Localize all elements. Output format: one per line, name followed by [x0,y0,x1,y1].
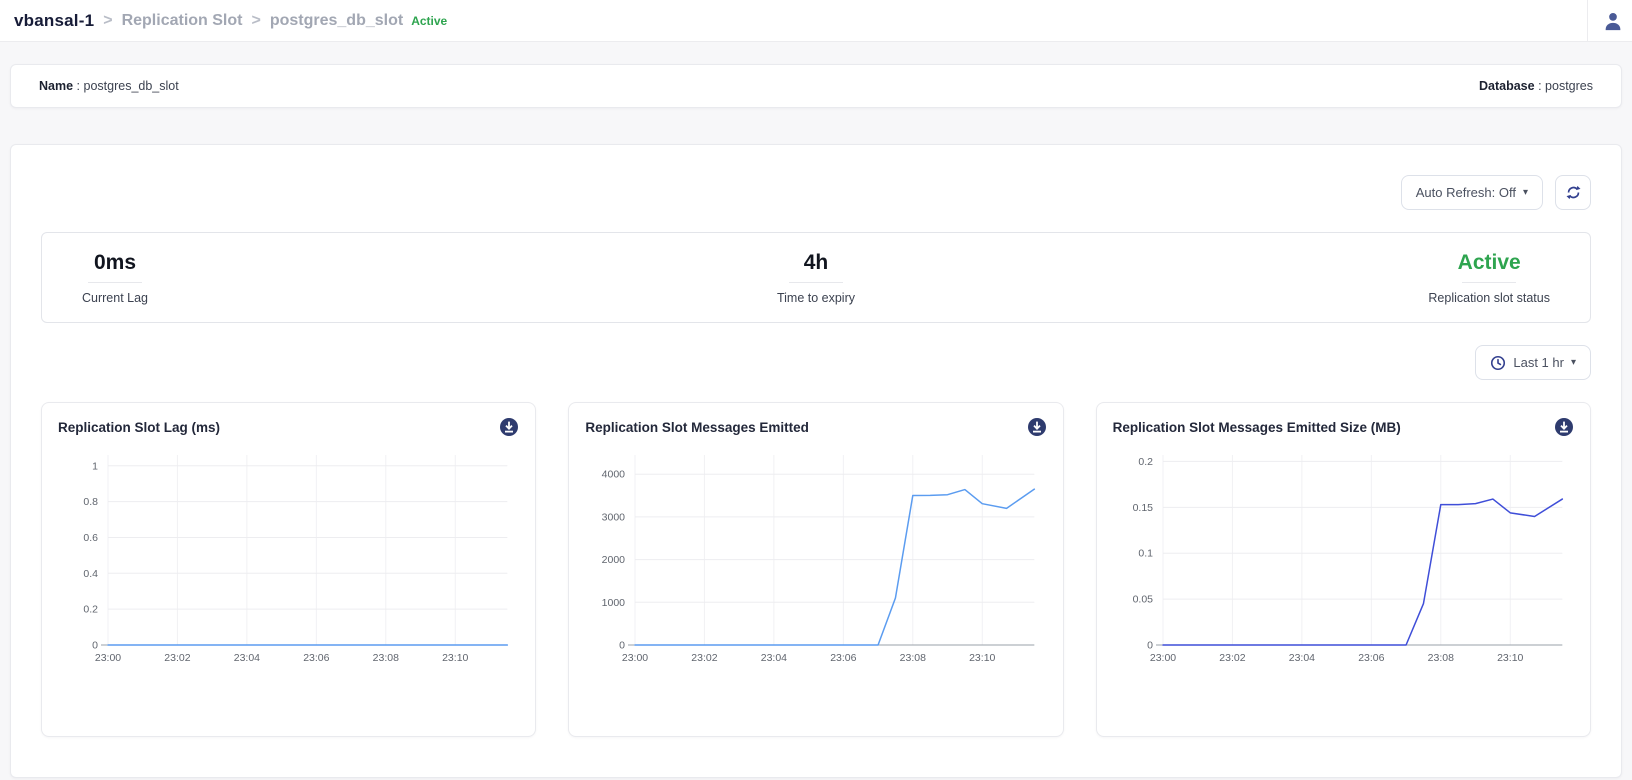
line-chart-messages-size: 0 0.05 0.1 0.15 0.2 23:00 23:02 23:04 23:06 23:08… [1113,445,1574,677]
svg-text:23:00: 23:00 [95,652,121,664]
stat-divider [1462,282,1516,283]
svg-text:1000: 1000 [602,597,626,609]
svg-text:23:06: 23:06 [303,652,329,664]
current-lag-label: Current Lag [82,291,148,305]
svg-text:2000: 2000 [602,554,626,566]
svg-text:0.15: 0.15 [1132,502,1153,514]
svg-text:23:02: 23:02 [1219,652,1245,664]
svg-text:23:00: 23:00 [1150,652,1176,664]
svg-text:0: 0 [92,640,98,652]
chart-title: Replication Slot Messages Emitted [585,420,809,435]
chevron-down-icon: ▾ [1523,187,1528,198]
slot-name-separator: : [77,79,80,93]
svg-text:0: 0 [619,640,625,652]
svg-text:1: 1 [92,460,98,472]
svg-text:0.2: 0.2 [1138,456,1153,468]
slot-name: Name : postgres_db_slot [39,79,179,93]
breadcrumb-item[interactable]: postgres_db_slot [270,12,403,30]
time-range-dropdown[interactable]: Last 1 hr ▾ [1475,345,1591,380]
status-badge: Active [411,14,447,28]
toolbar: Auto Refresh: Off ▾ [41,175,1591,210]
svg-text:0.05: 0.05 [1132,594,1153,606]
download-icon[interactable] [499,417,519,437]
download-icon[interactable] [1554,417,1574,437]
stat-replication-status: Active Replication slot status [1061,251,1550,305]
svg-text:23:02: 23:02 [692,652,718,664]
svg-text:23:08: 23:08 [373,652,399,664]
line-chart-lag: 0 0.2 0.4 0.6 0.8 1 23:00 23:02 23:04 23:06 23:08 2… [58,445,519,677]
clock-icon [1490,355,1506,371]
breadcrumb-separator-icon: > [103,12,112,30]
refresh-button[interactable] [1555,175,1591,210]
svg-text:23:06: 23:06 [1358,652,1384,664]
top-bar: vbansal-1 > Replication Slot > postgres_… [0,0,1632,42]
slot-database-separator: : [1538,79,1541,93]
stat-current-lag: 0ms Current Lag [82,251,571,305]
svg-text:23:00: 23:00 [622,652,648,664]
summary-stats-bar: 0ms Current Lag 4h Time to expiry Active… [41,232,1591,323]
chevron-down-icon: ▾ [1571,357,1576,368]
svg-text:23:02: 23:02 [164,652,190,664]
slot-database-label: Database [1479,79,1535,93]
svg-text:23:04: 23:04 [1288,652,1314,664]
svg-text:0.6: 0.6 [83,532,98,544]
line-chart-messages-emitted: 0 1000 2000 3000 4000 23:00 23:02 23:04 23:06 23:… [585,445,1046,677]
breadcrumb-section[interactable]: Replication Slot [122,12,243,30]
replication-status-value: Active [1428,251,1550,275]
time-range-label: Last 1 hr [1513,355,1564,370]
chart-card-messages-emitted: Replication Slot Messages Emitted 0 1000 2… [568,402,1063,737]
auto-refresh-label: Auto Refresh: Off [1416,185,1516,200]
svg-text:23:04: 23:04 [234,652,260,664]
slot-database: Database : postgres [1479,79,1593,93]
svg-text:0: 0 [1147,640,1153,652]
chart-title: Replication Slot Lag (ms) [58,420,220,435]
svg-text:3000: 3000 [602,511,626,523]
stat-divider [789,282,843,283]
stat-time-to-expiry: 4h Time to expiry [571,251,1060,305]
svg-text:23:08: 23:08 [1427,652,1453,664]
slot-name-value: postgres_db_slot [84,79,179,93]
topbar-divider [1587,0,1588,42]
time-to-expiry-value: 4h [777,251,855,275]
user-icon[interactable] [1602,10,1624,32]
chart-title: Replication Slot Messages Emitted Size (… [1113,420,1401,435]
charts-row: Replication Slot Lag (ms) 0 0.2 0.4 0.6 0.8 1… [41,402,1591,737]
slot-database-value: postgres [1545,79,1593,93]
slot-info-bar: Name : postgres_db_slot Database : postg… [10,64,1622,108]
breadcrumb-separator-icon: > [251,12,260,30]
chart-card-lag: Replication Slot Lag (ms) 0 0.2 0.4 0.6 0.8 1… [41,402,536,737]
svg-text:0.2: 0.2 [83,604,98,616]
current-lag-value: 0ms [82,251,148,275]
svg-text:23:08: 23:08 [900,652,926,664]
stat-divider [88,282,142,283]
refresh-icon [1565,184,1582,201]
time-to-expiry-label: Time to expiry [777,291,855,305]
svg-text:0.8: 0.8 [83,496,98,508]
auto-refresh-dropdown[interactable]: Auto Refresh: Off ▾ [1401,175,1543,210]
svg-text:23:04: 23:04 [761,652,787,664]
svg-text:4000: 4000 [602,469,626,481]
breadcrumb-root[interactable]: vbansal-1 [14,11,94,31]
svg-text:23:06: 23:06 [831,652,857,664]
topbar-right [1587,0,1632,42]
time-range-row: Last 1 hr ▾ [41,345,1591,380]
svg-text:0.4: 0.4 [83,568,98,580]
chart-card-messages-size: Replication Slot Messages Emitted Size (… [1096,402,1591,737]
svg-text:23:10: 23:10 [442,652,468,664]
replication-status-label: Replication slot status [1428,291,1550,305]
metrics-panel: Auto Refresh: Off ▾ 0ms Current Lag 4h [10,144,1622,778]
slot-name-label: Name [39,79,73,93]
svg-text:23:10: 23:10 [969,652,995,664]
svg-text:0.1: 0.1 [1138,548,1153,560]
download-icon[interactable] [1027,417,1047,437]
svg-text:23:10: 23:10 [1497,652,1523,664]
